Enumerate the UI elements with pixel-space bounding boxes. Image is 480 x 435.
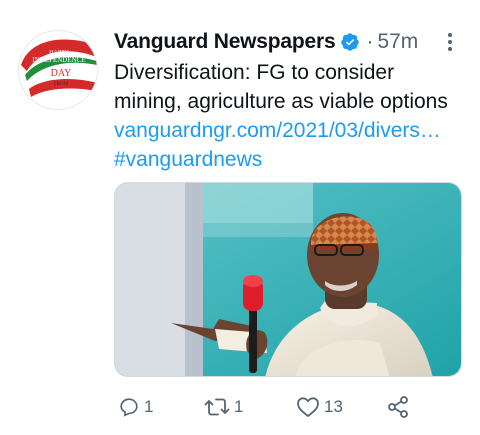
profile-avatar[interactable]: HAPPY INDEPENDENCE DAY FROM Vanguard: [18, 30, 98, 110]
header-separator: ·: [366, 30, 374, 53]
retweet-action[interactable]: 1: [204, 394, 243, 420]
share-action[interactable]: [386, 394, 410, 420]
speaker-photo: [115, 183, 461, 376]
like-icon: [297, 397, 319, 417]
tweet-text: Diversification: FG to consider mining, …: [114, 58, 469, 174]
retweet-icon: [204, 398, 230, 416]
tweet-hashtag[interactable]: #vanguardnews: [114, 145, 469, 174]
avatar-text-day: DAY: [51, 68, 72, 79]
tweet-actions-bar: 1 1 13: [114, 394, 444, 420]
like-action[interactable]: 13: [296, 394, 343, 420]
author-name[interactable]: Vanguard Newspapers: [114, 30, 336, 54]
reply-count: 1: [144, 397, 154, 416]
avatar-text-from: FROM: [54, 82, 69, 87]
like-count: 13: [324, 397, 343, 416]
reply-action[interactable]: 1: [118, 394, 153, 420]
verified-badge-icon: [341, 33, 360, 51]
tweet-text-line-2: mining, agriculture as viable options: [114, 90, 448, 113]
independence-day-logo: HAPPY INDEPENDENCE DAY FROM Vanguard: [19, 31, 97, 109]
tweet-card[interactable]: HAPPY INDEPENDENCE DAY FROM Vanguard Van…: [0, 0, 480, 435]
share-icon: [388, 396, 408, 418]
avatar-text-independence: INDEPENDENCE: [32, 56, 85, 64]
tweet-link[interactable]: vanguardngr.com/2021/03/divers…: [114, 116, 469, 145]
avatar-brand: Vanguard: [37, 91, 87, 105]
retweet-count: 1: [234, 397, 244, 416]
reply-icon: [120, 398, 138, 417]
tweet-header: Vanguard Newspapers · 57m: [114, 28, 418, 56]
tweet-text-line-1: Diversification: FG to consider: [114, 61, 395, 84]
tweet-timestamp[interactable]: 57m: [377, 30, 418, 54]
more-icon[interactable]: [442, 31, 458, 53]
tweet-media-photo[interactable]: [114, 182, 462, 377]
